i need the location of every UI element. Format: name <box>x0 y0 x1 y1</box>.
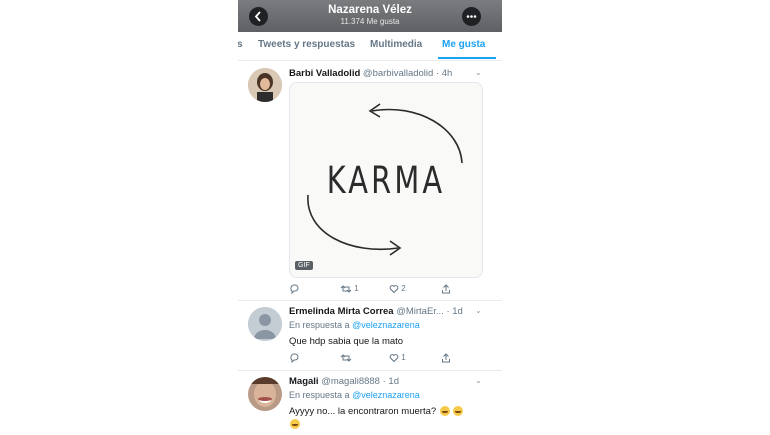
share-icon <box>442 353 450 363</box>
twitter-likes-screen: Nazarena Vélez 11.374 Me gusta s Tweets … <box>238 0 502 435</box>
back-arrow-icon <box>254 11 261 22</box>
tweet-item[interactable]: Ermelinda Mirta Correa @MirtaEr... · 1d … <box>238 301 502 371</box>
author-name[interactable]: Magali <box>289 376 319 387</box>
author-name[interactable]: Barbi Valladolid <box>289 68 360 79</box>
tweet-item[interactable]: Magali @magali8888 · 1d ⌄ En respuesta a… <box>238 371 502 435</box>
reply-icon <box>290 284 299 295</box>
crying-laughing-emoji-icon <box>290 419 300 430</box>
author-name[interactable]: Ermelinda Mirta Correa <box>289 306 394 317</box>
share-icon <box>442 284 450 294</box>
reply-prefix: En respuesta a <box>289 320 350 330</box>
like-action[interactable]: 1 <box>389 353 406 363</box>
tab-tweets-partial[interactable]: s <box>238 39 243 50</box>
avatar[interactable] <box>248 307 282 341</box>
reply-icon <box>290 353 299 364</box>
author-handle[interactable]: @magali8888 · 1d <box>321 376 399 387</box>
more-dots-icon <box>466 15 477 18</box>
retweet-icon <box>340 285 352 293</box>
reply-context: En respuesta a @veleznazarena <box>289 390 420 400</box>
tweet-text-line2 <box>289 419 300 430</box>
retweet-count: 1 <box>354 284 359 294</box>
share-action[interactable] <box>441 284 451 294</box>
reply-action[interactable] <box>289 353 299 364</box>
like-count: 1 <box>401 353 406 363</box>
tab-tweets-and-replies[interactable]: Tweets y respuestas <box>258 39 355 50</box>
reply-mention-link[interactable]: @veleznazarena <box>352 320 420 330</box>
tweet-author[interactable]: Barbi Valladolid @barbivalladolid · 4h <box>289 68 452 79</box>
reply-prefix: En respuesta a <box>289 390 350 400</box>
chevron-down-icon[interactable]: ⌄ <box>475 376 482 385</box>
tweet-text-content: Ayyyy no... la encontraron muerta? <box>289 406 437 417</box>
avatar[interactable] <box>248 68 282 102</box>
back-button[interactable] <box>249 7 268 26</box>
chevron-down-icon[interactable]: ⌄ <box>475 68 482 77</box>
tweet-author[interactable]: Ermelinda Mirta Correa @MirtaEr... · 1d <box>289 306 463 317</box>
tab-media[interactable]: Multimedia <box>370 39 422 50</box>
crying-laughing-emoji-icon <box>453 406 464 417</box>
tweet-text: Que hdp sabia que la mato <box>289 336 404 347</box>
retweet-action[interactable]: 1 <box>340 284 359 294</box>
like-count: 2 <box>401 284 406 294</box>
avatar[interactable] <box>248 377 282 411</box>
reply-action[interactable] <box>289 284 299 295</box>
author-handle[interactable]: @barbivalladolid · 4h <box>363 68 452 79</box>
reply-mention-link[interactable]: @veleznazarena <box>352 390 420 400</box>
tweet-author[interactable]: Magali @magali8888 · 1d <box>289 376 399 387</box>
likes-count: 11.374 Me gusta <box>340 17 400 26</box>
crying-laughing-emoji-icon <box>439 406 450 417</box>
share-action[interactable] <box>441 353 451 363</box>
like-action[interactable]: 2 <box>389 284 406 294</box>
heart-icon <box>389 285 399 294</box>
default-avatar-icon <box>248 307 282 341</box>
retweet-icon <box>340 354 352 362</box>
tab-likes[interactable]: Me gusta <box>442 39 485 50</box>
reply-context: En respuesta a @veleznazarena <box>289 320 420 330</box>
chevron-down-icon[interactable]: ⌄ <box>475 306 482 315</box>
heart-icon <box>389 354 399 363</box>
profile-header: Nazarena Vélez 11.374 Me gusta <box>238 0 502 32</box>
tweet-text: Ayyyy no... la encontraron muerta? <box>289 406 464 417</box>
gif-media[interactable]: KARMA GIF <box>289 82 483 278</box>
active-tab-indicator <box>438 57 496 59</box>
profile-tabs: s Tweets y respuestas Multimedia Me gust… <box>238 32 502 61</box>
more-button[interactable] <box>462 7 481 26</box>
profile-name: Nazarena Vélez <box>328 4 412 16</box>
karma-text: KARMA <box>326 159 446 202</box>
retweet-action[interactable] <box>340 353 352 363</box>
author-handle[interactable]: @MirtaEr... · 1d <box>396 306 463 317</box>
gif-badge: GIF <box>295 261 313 270</box>
